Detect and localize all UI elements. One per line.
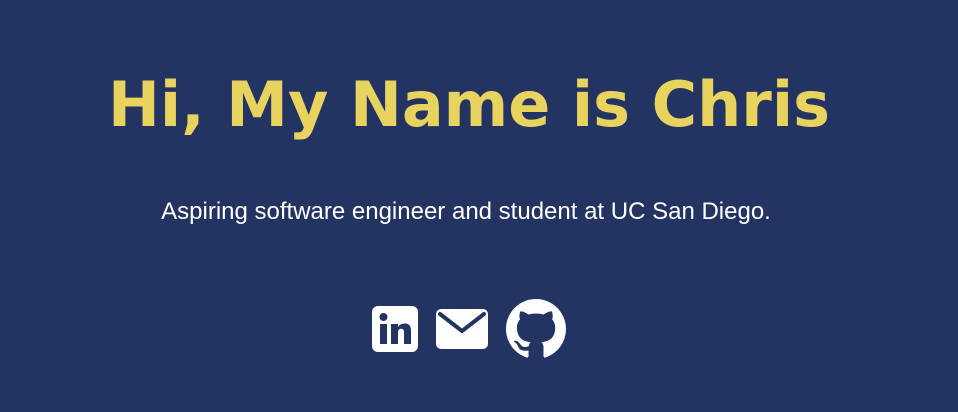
linkedin-icon [372,306,418,352]
github-link[interactable] [506,299,566,359]
social-links [0,299,938,359]
email-link[interactable] [436,309,488,349]
github-icon [506,299,566,358]
mail-icon [436,309,488,349]
page-title: Hi, My Name is Chris [107,68,831,141]
linkedin-link[interactable] [372,306,418,352]
hero-subtitle: Aspiring software engineer and student a… [161,198,771,225]
hero-section: Hi, My Name is Chris Aspiring software e… [0,0,958,412]
